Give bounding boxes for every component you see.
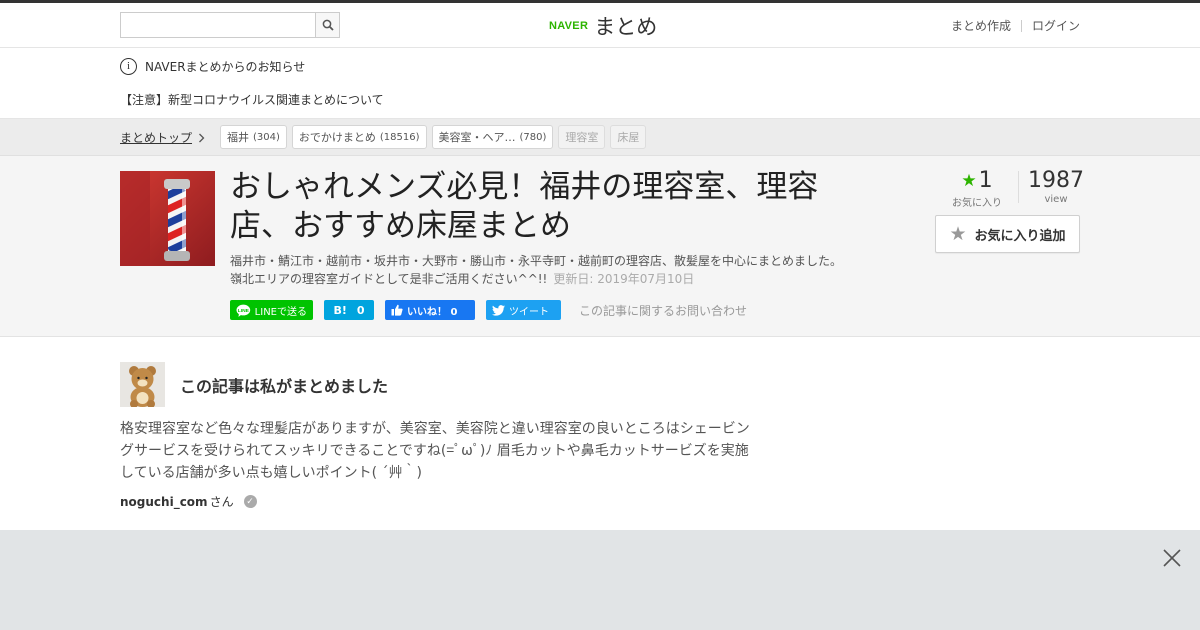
favorite-count: ★ 1 お気に入り (952, 168, 1002, 209)
hatena-bookmark-button[interactable]: B! 0 (324, 300, 374, 320)
search-input[interactable] (121, 13, 315, 37)
svg-text:LINE: LINE (238, 307, 250, 313)
stats-divider (1018, 171, 1019, 203)
notice-heading: i NAVERまとめからのお知らせ (120, 58, 305, 75)
article-title: おしゃれメンズ必見！福井の理容室、理容店、おすすめ床屋まとめ (230, 169, 819, 244)
favorite-count-value-row: ★ 1 (952, 168, 1002, 193)
header-links: まとめ作成 ログイン (951, 17, 1080, 34)
notice-section: i NAVERまとめからのお知らせ 【注意】新型コロナウイルス関連まとめについて (0, 49, 1200, 119)
login-link[interactable]: ログイン (1032, 17, 1080, 34)
author-section: この記事は私がまとめました 格安理容室など色々な理髪店がありますが、美容室、美容… (0, 337, 1200, 530)
info-icon: i (120, 58, 137, 75)
close-button[interactable] (1162, 548, 1182, 568)
avatar[interactable] (120, 362, 165, 407)
tag-biyoushitsu[interactable]: 美容室・ヘア… (780) (431, 125, 554, 149)
article-thumbnail (120, 171, 215, 266)
line-share-button[interactable]: LINE LINEで送る (230, 300, 313, 320)
author-heading: この記事は私がまとめました (180, 377, 389, 396)
line-icon: LINE (236, 304, 251, 317)
tag-fukui[interactable]: 福井 (304) (220, 125, 287, 149)
favorite-count-label: お気に入り (952, 198, 1002, 209)
hatena-count: 0 (356, 303, 365, 317)
hatena-icon: B! (333, 303, 347, 317)
tag-count: (780) (519, 131, 547, 143)
tag-odekake[interactable]: おでかけまとめ (18516) (291, 125, 427, 149)
tag-label: 床屋 (617, 131, 640, 144)
add-favorite-button[interactable]: ★ お気に入り追加 (935, 215, 1080, 253)
barber-pole-image (120, 171, 215, 266)
tag-count: (18516) (379, 131, 420, 143)
breadcrumb-top-label: まとめトップ (120, 131, 193, 145)
site-header: NAVER まとめ まとめ作成 ログイン (0, 3, 1200, 48)
breadcrumb: まとめトップ 福井 (304) おでかけまとめ (18516) 美容室・ヘア… … (0, 119, 1200, 156)
notice-link[interactable]: 【注意】新型コロナウイルス関連まとめについて (120, 91, 384, 108)
author-username: noguchi_com (120, 494, 208, 509)
author-suffix: さん (209, 495, 234, 509)
notice-heading-text: NAVERまとめからのお知らせ (145, 60, 306, 74)
tweet-button[interactable]: ツイート (486, 300, 561, 320)
description-line-2: 嶺北エリアの理容室ガイドとして是非ご活用ください^^!! 更新日: 2019年07… (230, 270, 850, 288)
favorite-count-value: 1 (978, 168, 993, 193)
article-header: おしゃれメンズ必見！福井の理容室、理容店、おすすめ床屋まとめ 福井市・鯖江市・越… (0, 156, 1200, 337)
twitter-bird-icon (492, 304, 505, 316)
line-share-label: LINEで送る (254, 306, 307, 318)
tweet-label: ツイート (509, 306, 549, 318)
share-buttons: LINE LINEで送る B! 0 いいね！ 0 ツイート この記事に関するお問… (230, 300, 747, 320)
author-name[interactable]: noguchi_com さん ✓ (120, 493, 257, 510)
contact-link[interactable]: この記事に関するお問い合わせ (579, 302, 747, 319)
article-description: 福井市・鯖江市・越前市・坂井市・大野市・勝山市・永平寺町・越前町の理容店、散髪屋… (230, 252, 850, 288)
verified-check-icon: ✓ (243, 495, 257, 508)
tag-label: おでかけまとめ (298, 131, 376, 144)
facebook-like-button[interactable]: いいね！ 0 (385, 300, 475, 320)
description-line-2-text: 嶺北エリアの理容室ガイドとして是非ご活用ください^^!! (230, 272, 548, 286)
ad-banner (0, 530, 1200, 630)
create-matome-link[interactable]: まとめ作成 (951, 17, 1011, 34)
tag-label: 福井 (227, 131, 249, 144)
star-icon: ★ (961, 170, 977, 191)
tag-count: (304) (253, 131, 280, 143)
chevron-right-icon (199, 133, 205, 142)
star-outline-icon: ★ (949, 223, 967, 245)
description-line-1: 福井市・鯖江市・越前市・坂井市・大野市・勝山市・永平寺町・越前町の理容店、散髪屋… (230, 254, 843, 268)
tag-label: 美容室・ヘア… (438, 131, 516, 144)
view-count: 1987 view (1027, 168, 1085, 205)
site-logo[interactable]: NAVER まとめ (549, 9, 657, 43)
search-button[interactable] (315, 13, 339, 37)
bear-avatar-image (120, 362, 165, 407)
facebook-like-label: いいね！ 0 (407, 306, 458, 318)
logo-matome: まとめ (594, 15, 658, 39)
add-favorite-label: お気に入り追加 (974, 228, 1066, 244)
search-box (120, 12, 340, 38)
tag-tokoya: 床屋 (610, 125, 647, 149)
close-icon (1163, 549, 1181, 567)
view-count-label: view (1044, 194, 1068, 205)
breadcrumb-tags: 福井 (304) おでかけまとめ (18516) 美容室・ヘア… (780) 理… (220, 125, 647, 149)
logo-naver: NAVER (549, 20, 589, 32)
search-icon (322, 19, 334, 31)
view-count-value: 1987 (1028, 168, 1084, 193)
thumbs-up-icon (391, 304, 403, 316)
tag-label: 理容室 (565, 131, 599, 144)
tag-riyoushitsu: 理容室 (558, 125, 606, 149)
author-description: 格安理容室など色々な理髪店がありますが、美容室、美容院と違い理容室の良いところは… (120, 421, 750, 481)
breadcrumb-top-link[interactable]: まとめトップ (120, 129, 205, 146)
header-divider (1020, 19, 1022, 32)
updated-date: 更新日: 2019年07月10日 (553, 272, 695, 286)
